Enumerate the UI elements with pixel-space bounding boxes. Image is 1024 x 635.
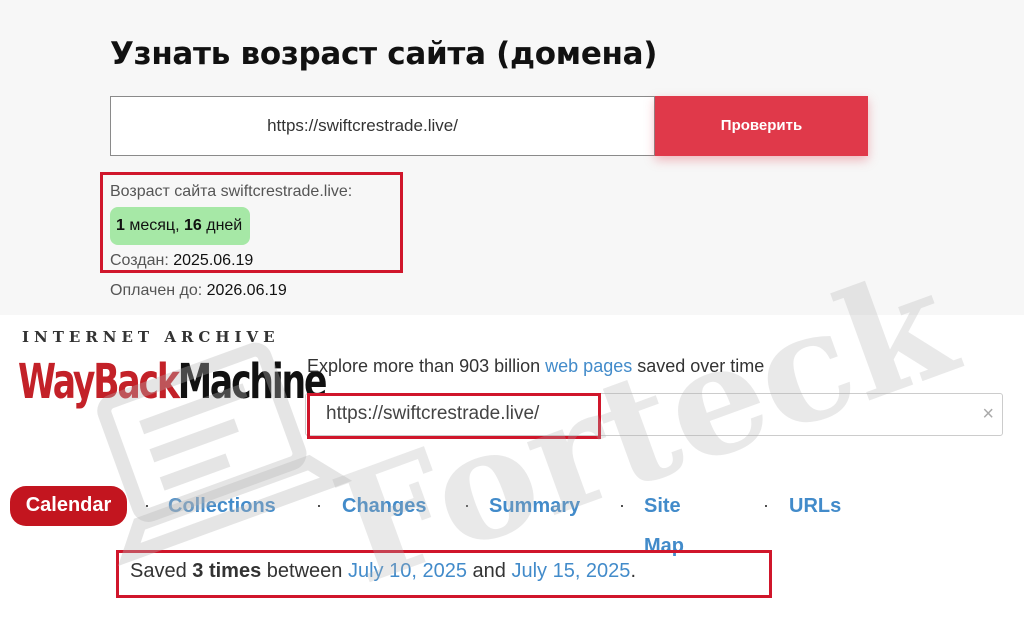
tab-urls[interactable]: URLs [789, 486, 841, 526]
nav-separator: · [316, 495, 322, 515]
created-label: Создан: [110, 252, 169, 269]
paid-until-date: Оплачен до: 2026.06.19 [110, 282, 287, 300]
check-button[interactable]: Проверить [655, 96, 868, 156]
nav-separator: · [464, 495, 470, 515]
age-months-word: месяц, [129, 217, 180, 234]
saved-prefix: Saved [130, 560, 187, 582]
internet-archive-text: INTERNET ARCHIVE [22, 328, 280, 346]
web-pages-link[interactable]: web pages [545, 356, 632, 376]
saved-count: 3 times [192, 560, 262, 582]
page-title: Узнать возраст сайта (домена) [110, 36, 658, 72]
search-highlight-box [307, 393, 601, 439]
tab-calendar[interactable]: Calendar [10, 486, 127, 526]
created-value: 2025.06.19 [173, 252, 254, 269]
first-capture-link[interactable]: July 10, 2025 [348, 560, 467, 582]
age-days-word: дней [206, 217, 243, 234]
created-date: Создан: 2025.06.19 [110, 252, 253, 270]
wayback-machine-logo[interactable]: WayBackMachine [18, 350, 328, 414]
paid-value: 2026.06.19 [206, 282, 287, 299]
saved-and: and [472, 560, 506, 582]
age-label: Возраст сайта swiftcrestrade.live: [110, 183, 353, 200]
saved-summary: Saved 3 times between July 10, 2025 and … [130, 560, 636, 583]
logo-way: WayBack [18, 354, 180, 410]
last-capture-link[interactable]: July 15, 2025 [511, 560, 630, 582]
nav-separator: · [144, 495, 150, 515]
domain-input[interactable]: https://swiftcrestrade.live/ [110, 96, 655, 156]
tab-changes[interactable]: Changes [342, 486, 426, 526]
age-months-number: 1 [116, 217, 125, 234]
saved-between: between [266, 560, 343, 582]
age-badge: 1 месяц, 16 дней [110, 207, 251, 245]
saved-period: . [630, 560, 636, 582]
paid-label: Оплачен до: [110, 282, 203, 299]
clear-icon[interactable]: × [982, 394, 994, 434]
explore-suffix: saved over time [637, 356, 765, 376]
tab-summary[interactable]: Summary [489, 486, 580, 526]
explore-prefix: Explore more than 903 billion [307, 356, 541, 376]
nav-separator: · [619, 495, 625, 515]
age-days-number: 16 [183, 217, 202, 234]
tab-collections[interactable]: Collections [168, 486, 276, 526]
logo-machine: Machine [177, 354, 328, 410]
nav-separator: · [763, 495, 769, 515]
explore-text: Explore more than 903 billion web pages … [307, 356, 764, 377]
